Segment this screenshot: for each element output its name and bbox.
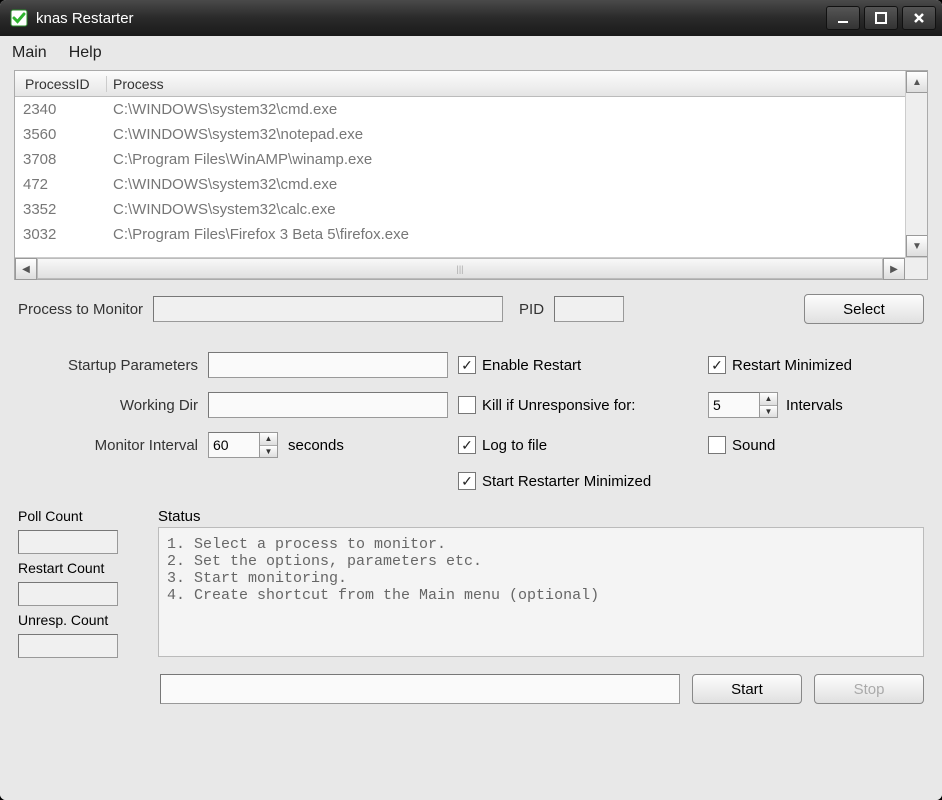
- kill-unresponsive-checkbox[interactable]: [458, 396, 476, 414]
- app-window: knas Restarter Main Help ProcessID Proce…: [0, 0, 942, 800]
- col-header-pid[interactable]: ProcessID: [15, 76, 107, 92]
- cell-path: C:\Program Files\Firefox 3 Beta 5\firefo…: [107, 226, 905, 243]
- table-row[interactable]: 3352C:\WINDOWS\system32\calc.exe: [15, 197, 905, 222]
- start-button[interactable]: Start: [692, 674, 802, 704]
- vertical-scrollbar[interactable]: ▲ ▼: [905, 71, 927, 257]
- cell-pid: 472: [15, 176, 107, 193]
- app-icon: [10, 9, 28, 27]
- label-intervals: Intervals: [786, 397, 843, 414]
- monitor-interval-input[interactable]: [208, 432, 260, 458]
- label-restart-count: Restart Count: [18, 560, 148, 576]
- select-button[interactable]: Select: [804, 294, 924, 324]
- chevron-down-icon[interactable]: ▼: [760, 406, 777, 418]
- monitor-interval-spinner[interactable]: ▲▼: [208, 432, 278, 458]
- label-working-dir: Working Dir: [18, 397, 208, 414]
- cell-path: C:\WINDOWS\system32\notepad.exe: [107, 126, 905, 143]
- horizontal-scrollbar[interactable]: ◀ ||| ▶: [15, 257, 927, 279]
- scroll-track[interactable]: |||: [37, 258, 883, 279]
- chevron-up-icon[interactable]: ▲: [260, 433, 277, 446]
- label-unresp-count: Unresp. Count: [18, 612, 148, 628]
- cell-pid: 3708: [15, 151, 107, 168]
- cell-path: C:\WINDOWS\system32\calc.exe: [107, 201, 905, 218]
- label-monitor-interval: Monitor Interval: [18, 437, 208, 454]
- log-to-file-checkbox[interactable]: ✓: [458, 436, 476, 454]
- cell-pid: 3032: [15, 226, 107, 243]
- restart-minimized-checkbox[interactable]: ✓: [708, 356, 726, 374]
- cell-path: C:\Program Files\WinAMP\winamp.exe: [107, 151, 905, 168]
- label-enable-restart: Enable Restart: [482, 357, 581, 374]
- label-poll-count: Poll Count: [18, 508, 148, 524]
- titlebar: knas Restarter: [0, 0, 942, 36]
- list-header: ProcessID Process: [15, 71, 905, 97]
- label-status: Status: [158, 508, 924, 525]
- scroll-up-icon[interactable]: ▲: [906, 71, 927, 93]
- kill-intervals-input[interactable]: [708, 392, 760, 418]
- label-start-minimized: Start Restarter Minimized: [482, 473, 651, 490]
- cell-pid: 2340: [15, 101, 107, 118]
- table-row[interactable]: 472C:\WINDOWS\system32\cmd.exe: [15, 172, 905, 197]
- minimize-button[interactable]: [826, 6, 860, 30]
- label-log-to-file: Log to file: [482, 437, 547, 454]
- table-row[interactable]: 2340C:\WINDOWS\system32\cmd.exe: [15, 97, 905, 122]
- menubar: Main Help: [0, 36, 942, 70]
- cell-path: C:\WINDOWS\system32\cmd.exe: [107, 101, 905, 118]
- close-button[interactable]: [902, 6, 936, 30]
- label-restart-minimized: Restart Minimized: [732, 357, 852, 374]
- cell-pid: 3352: [15, 201, 107, 218]
- process-list[interactable]: ProcessID Process 2340C:\WINDOWS\system3…: [14, 70, 928, 280]
- working-dir-input[interactable]: [208, 392, 448, 418]
- status-text: 1. Select a process to monitor. 2. Set t…: [158, 527, 924, 657]
- unresp-count-display: [18, 634, 118, 658]
- table-row[interactable]: 3032C:\Program Files\Firefox 3 Beta 5\fi…: [15, 222, 905, 247]
- cell-pid: 3560: [15, 126, 107, 143]
- col-header-process[interactable]: Process: [107, 76, 905, 92]
- start-minimized-checkbox[interactable]: ✓: [458, 472, 476, 490]
- restart-count-display: [18, 582, 118, 606]
- sound-checkbox[interactable]: [708, 436, 726, 454]
- startup-params-input[interactable]: [208, 352, 448, 378]
- process-to-monitor-input[interactable]: [153, 296, 503, 322]
- client-area: Main Help ProcessID Process 2340C:\WINDO…: [0, 36, 942, 800]
- label-kill-unresponsive: Kill if Unresponsive for:: [482, 397, 635, 414]
- enable-restart-checkbox[interactable]: ✓: [458, 356, 476, 374]
- table-row[interactable]: 3708C:\Program Files\WinAMP\winamp.exe: [15, 147, 905, 172]
- pid-input[interactable]: [554, 296, 624, 322]
- chevron-up-icon[interactable]: ▲: [760, 393, 777, 406]
- label-pid: PID: [519, 301, 544, 318]
- cell-path: C:\WINDOWS\system32\cmd.exe: [107, 176, 905, 193]
- label-startup-params: Startup Parameters: [18, 357, 208, 374]
- stop-button: Stop: [814, 674, 924, 704]
- window-title: knas Restarter: [36, 10, 826, 27]
- footer-input[interactable]: [160, 674, 680, 704]
- kill-intervals-spinner[interactable]: ▲▼: [708, 392, 778, 418]
- scroll-right-icon[interactable]: ▶: [883, 258, 905, 280]
- label-sound: Sound: [732, 437, 775, 454]
- table-row[interactable]: 3560C:\WINDOWS\system32\notepad.exe: [15, 122, 905, 147]
- scroll-down-icon[interactable]: ▼: [906, 235, 927, 257]
- poll-count-display: [18, 530, 118, 554]
- label-process-to-monitor: Process to Monitor: [18, 301, 143, 318]
- menu-help[interactable]: Help: [69, 44, 102, 62]
- menu-main[interactable]: Main: [12, 44, 47, 62]
- label-seconds: seconds: [288, 437, 344, 454]
- chevron-down-icon[interactable]: ▼: [260, 446, 277, 458]
- scroll-left-icon[interactable]: ◀: [15, 258, 37, 280]
- maximize-button[interactable]: [864, 6, 898, 30]
